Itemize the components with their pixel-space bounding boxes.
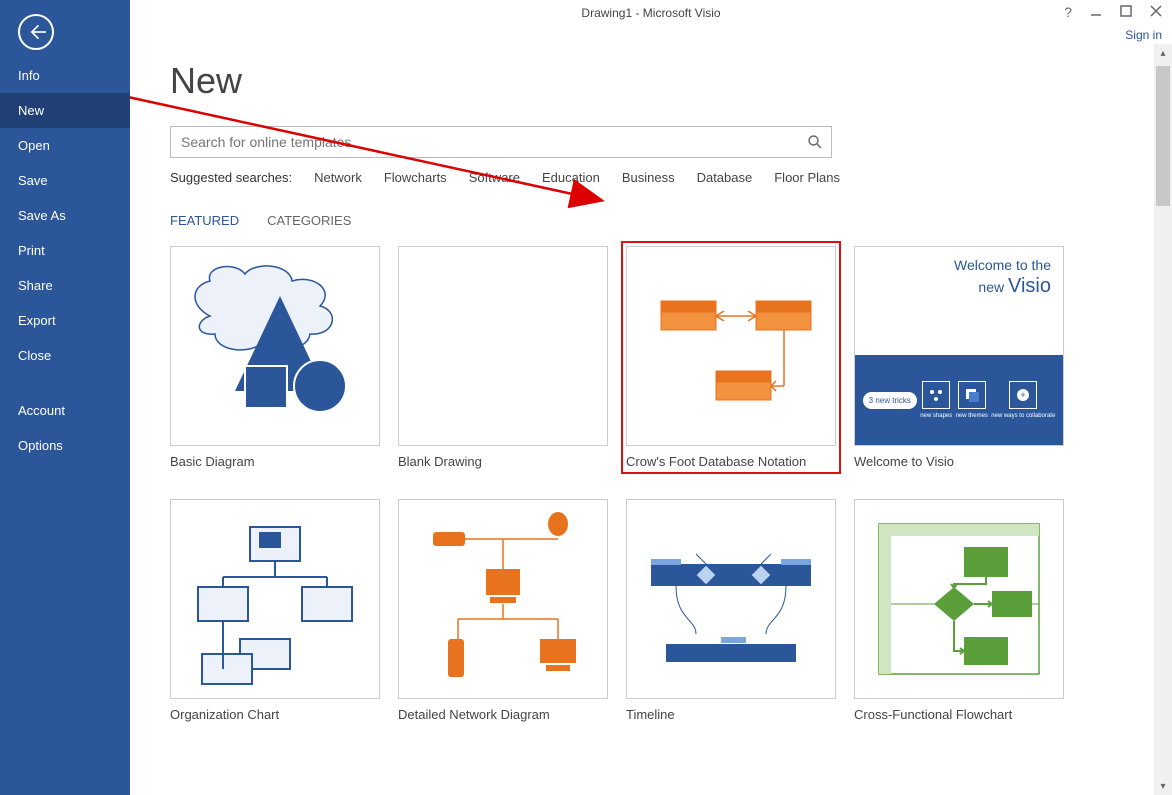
suggested-link-database[interactable]: Database (697, 170, 753, 185)
page-title: New (170, 60, 1162, 102)
backstage-sidebar: Info New Open Save Save As Print Share E… (0, 0, 130, 795)
search-input[interactable] (181, 134, 805, 150)
sidebar-item-options[interactable]: Options (0, 428, 130, 463)
suggested-link-floor-plans[interactable]: Floor Plans (774, 170, 840, 185)
template-thumbnail (626, 246, 836, 446)
sidebar-item-new[interactable]: New (0, 93, 130, 128)
template-label: Basic Diagram (170, 454, 380, 469)
suggested-link-flowcharts[interactable]: Flowcharts (384, 170, 447, 185)
template-label: Crow's Foot Database Notation (626, 454, 836, 469)
template-thumbnail (170, 246, 380, 446)
scroll-up-arrow[interactable]: ▴ (1154, 44, 1172, 62)
tab-categories[interactable]: CATEGORIES (267, 213, 351, 228)
sidebar-item-share[interactable]: Share (0, 268, 130, 303)
template-search[interactable] (170, 126, 832, 158)
vertical-scrollbar[interactable]: ▴ ▾ (1154, 44, 1172, 795)
template-tabs: FEATURED CATEGORIES (170, 213, 1162, 228)
shapes-icon (922, 381, 950, 409)
template-thumbnail (854, 499, 1064, 699)
template-label: Timeline (626, 707, 836, 722)
template-blank-drawing[interactable]: Blank Drawing (398, 246, 608, 469)
template-thumbnail (398, 499, 608, 699)
sidebar-item-print[interactable]: Print (0, 233, 130, 268)
template-grid: Basic Diagram Blank Drawing (170, 246, 1162, 722)
sidebar-item-info[interactable]: Info (0, 58, 130, 93)
tab-featured[interactable]: FEATURED (170, 213, 239, 228)
template-thumbnail (170, 499, 380, 699)
welcome-line2a: new (978, 279, 1008, 295)
sidebar-item-open[interactable]: Open (0, 128, 130, 163)
template-label: Organization Chart (170, 707, 380, 722)
back-button[interactable] (18, 14, 54, 50)
welcome-badge: 3 new tricks (863, 392, 917, 409)
template-label: Blank Drawing (398, 454, 608, 469)
template-crows-foot[interactable]: Crow's Foot Database Notation (626, 246, 836, 469)
collaborate-icon: + (1009, 381, 1037, 409)
suggested-link-business[interactable]: Business (622, 170, 675, 185)
template-basic-diagram[interactable]: Basic Diagram (170, 246, 380, 469)
template-cross-functional[interactable]: Cross-Functional Flowchart (854, 499, 1064, 722)
template-label: Welcome to Visio (854, 454, 1064, 469)
welcome-line2b: Visio (1008, 275, 1051, 297)
template-label: Detailed Network Diagram (398, 707, 608, 722)
sidebar-item-close[interactable]: Close (0, 338, 130, 373)
main-panel: New Suggested searches: Network Flowchar… (130, 0, 1172, 795)
suggested-link-education[interactable]: Education (542, 170, 600, 185)
template-welcome[interactable]: Welcome to the new Visio 3 new tricks ne… (854, 246, 1064, 469)
template-timeline[interactable]: Timeline (626, 499, 836, 722)
template-network-diagram[interactable]: Detailed Network Diagram (398, 499, 608, 722)
suggested-label: Suggested searches: (170, 170, 292, 185)
suggested-searches: Suggested searches: Network Flowcharts S… (170, 170, 1162, 185)
svg-text:+: + (1021, 390, 1026, 400)
sidebar-item-account[interactable]: Account (0, 393, 130, 428)
themes-icon (958, 381, 986, 409)
sidebar-item-save-as[interactable]: Save As (0, 198, 130, 233)
scroll-down-arrow[interactable]: ▾ (1154, 777, 1172, 795)
template-organization-chart[interactable]: Organization Chart (170, 499, 380, 722)
scrollbar-thumb[interactable] (1156, 66, 1170, 206)
sidebar-item-export[interactable]: Export (0, 303, 130, 338)
template-label: Cross-Functional Flowchart (854, 707, 1064, 722)
search-icon[interactable] (805, 132, 825, 152)
suggested-link-network[interactable]: Network (314, 170, 362, 185)
welcome-line1: Welcome to the (954, 257, 1051, 274)
template-thumbnail: Welcome to the new Visio 3 new tricks ne… (854, 246, 1064, 446)
sidebar-item-save[interactable]: Save (0, 163, 130, 198)
template-thumbnail (398, 246, 608, 446)
suggested-link-software[interactable]: Software (469, 170, 520, 185)
template-thumbnail (626, 499, 836, 699)
